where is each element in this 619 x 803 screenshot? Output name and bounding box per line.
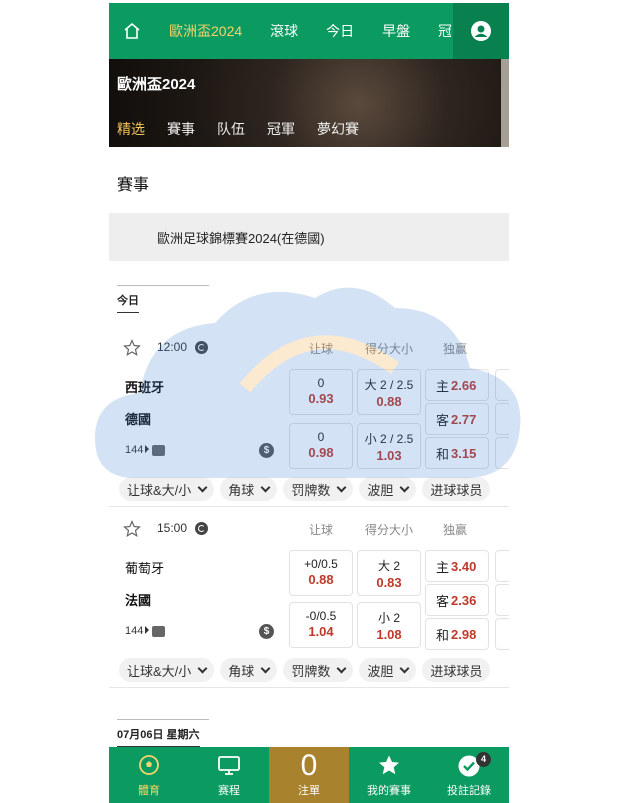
odds-under[interactable]: 小 2 1.08 (357, 602, 421, 648)
competition-name: 歐洲足球錦標賽2024(在德國) (157, 231, 325, 246)
more-odds-column[interactable] (495, 550, 509, 582)
chip-cards[interactable]: 罚牌数 (283, 658, 354, 682)
divider (109, 687, 509, 688)
header-handicap: 让球 (309, 523, 334, 537)
top-tabs: 歐洲盃2024 滾球 今日 早盤 冠 (155, 3, 451, 59)
nav-my-events[interactable]: 我的賽事 (349, 747, 429, 803)
clock-icon (195, 341, 208, 354)
competition-header[interactable]: 歐洲足球錦標賽2024(在德國) (109, 213, 509, 261)
more-odds-column[interactable] (495, 403, 509, 435)
section-title: 賽事 (117, 177, 150, 194)
home-team: 葡萄牙 (125, 561, 165, 576)
odds-over[interactable]: 大 2 / 2.5 0.88 (357, 369, 421, 415)
away-team: 德國 (125, 412, 152, 427)
divider (109, 506, 509, 507)
odds-handicap-away[interactable]: -0/0.5 1.04 (289, 602, 353, 648)
odds-moneyline-away[interactable]: 客 2.77 (425, 403, 489, 435)
chip-correct-score[interactable]: 波胆 (359, 477, 417, 501)
tab-today[interactable]: 今日 (312, 3, 368, 59)
video-icon (152, 444, 166, 456)
video-icon (152, 625, 166, 637)
monitor-icon (218, 756, 240, 775)
hero-title: 歐洲盃2024 (117, 76, 196, 93)
odds-handicap-home[interactable]: 0 0.93 (289, 369, 353, 415)
odds-moneyline-home[interactable]: 主 3.40 (425, 550, 489, 582)
home-icon (124, 22, 140, 39)
odds-moneyline-home[interactable]: 主 2.66 (425, 369, 489, 401)
bottom-nav: 體育 赛程 0 注單 我的賽事 4 投註記錄 (109, 747, 509, 803)
more-odds-column[interactable] (495, 369, 509, 401)
odds-under[interactable]: 小 2 / 2.5 1.03 (357, 423, 421, 469)
market-chips: 让球&大/小 角球 罚牌数 波胆 进球球员 (119, 658, 491, 682)
market-count[interactable]: 144 (125, 625, 166, 637)
header-overunder: 得分大小 (365, 342, 414, 356)
tab-euro2024[interactable]: 歐洲盃2024 (155, 3, 256, 59)
home-button[interactable] (109, 3, 155, 59)
tab-early[interactable]: 早盤 (368, 3, 424, 59)
soccer-ball-icon (139, 755, 159, 775)
more-odds-column[interactable] (495, 437, 509, 469)
user-icon (471, 21, 491, 41)
nav-bet-history[interactable]: 4 投註記錄 (429, 747, 509, 803)
market-count[interactable]: 144 (125, 444, 166, 456)
chip-corners[interactable]: 角球 (220, 477, 278, 501)
clock-icon (195, 522, 208, 535)
header-moneyline: 独赢 (443, 523, 468, 537)
day-label-today: 今日 (117, 285, 209, 313)
app-screen: 歐洲盃2024 滾球 今日 早盤 冠 歐洲盃2024 精选 賽事 队伍 冠軍 夢… (109, 3, 509, 803)
star-icon (379, 755, 399, 775)
chip-handicap-ou[interactable]: 让球&大/小 (119, 477, 215, 501)
chip-correct-score[interactable]: 波胆 (359, 658, 417, 682)
more-odds-column[interactable] (495, 584, 509, 616)
nav-betslip[interactable]: 0 注單 (269, 747, 349, 803)
header-handicap: 让球 (309, 342, 334, 356)
chip-goalscorer[interactable]: 进球球员 (422, 658, 491, 682)
away-team: 法國 (125, 593, 152, 608)
tab-outright[interactable]: 冠 (424, 3, 451, 59)
match-time: 15:00 (157, 521, 188, 535)
subtab-teams[interactable]: 队伍 (217, 119, 245, 139)
history-badge: 4 (476, 752, 491, 767)
match-time: 12:00 (157, 340, 188, 354)
odds-moneyline-draw[interactable]: 和 3.15 (425, 437, 489, 469)
chip-cards[interactable]: 罚牌数 (283, 477, 354, 501)
cashout-icon[interactable]: $ (259, 624, 274, 639)
subtab-matches[interactable]: 賽事 (167, 119, 195, 139)
subtab-fantasy[interactable]: 夢幻賽 (317, 119, 359, 139)
subtab-featured[interactable]: 精选 (117, 119, 145, 139)
favorite-star-icon[interactable] (123, 520, 141, 538)
subtab-champion[interactable]: 冠軍 (267, 119, 295, 139)
header-overunder: 得分大小 (365, 523, 414, 537)
chip-goalscorer[interactable]: 进球球员 (422, 477, 491, 501)
day-label-date: 07月06日 星期六 (117, 719, 209, 747)
odds-moneyline-draw[interactable]: 和 2.98 (425, 618, 489, 650)
chip-handicap-ou[interactable]: 让球&大/小 (119, 658, 215, 682)
tab-live[interactable]: 滾球 (256, 3, 312, 59)
user-button[interactable] (453, 3, 509, 59)
more-odds-column[interactable] (495, 618, 509, 650)
betslip-count: 0 (300, 749, 318, 782)
header-moneyline: 独赢 (443, 342, 468, 356)
hero-decoration (501, 59, 509, 147)
sub-tabs: 精选 賽事 队伍 冠軍 夢幻賽 (117, 119, 381, 139)
odds-handicap-home[interactable]: +0/0.5 0.88 (289, 550, 353, 596)
home-team: 西班牙 (125, 380, 165, 395)
favorite-star-icon[interactable] (123, 339, 141, 357)
top-nav: 歐洲盃2024 滾球 今日 早盤 冠 (109, 3, 509, 59)
odds-over[interactable]: 大 2 0.83 (357, 550, 421, 596)
nav-sports[interactable]: 體育 (109, 747, 189, 803)
nav-schedule[interactable]: 赛程 (189, 747, 269, 803)
chip-corners[interactable]: 角球 (220, 658, 278, 682)
cashout-icon[interactable]: $ (259, 443, 274, 458)
hero-banner: 歐洲盃2024 精选 賽事 队伍 冠軍 夢幻賽 (109, 59, 509, 147)
odds-moneyline-away[interactable]: 客 2.36 (425, 584, 489, 616)
market-chips: 让球&大/小 角球 罚牌数 波胆 进球球员 (119, 477, 491, 501)
odds-handicap-away[interactable]: 0 0.98 (289, 423, 353, 469)
